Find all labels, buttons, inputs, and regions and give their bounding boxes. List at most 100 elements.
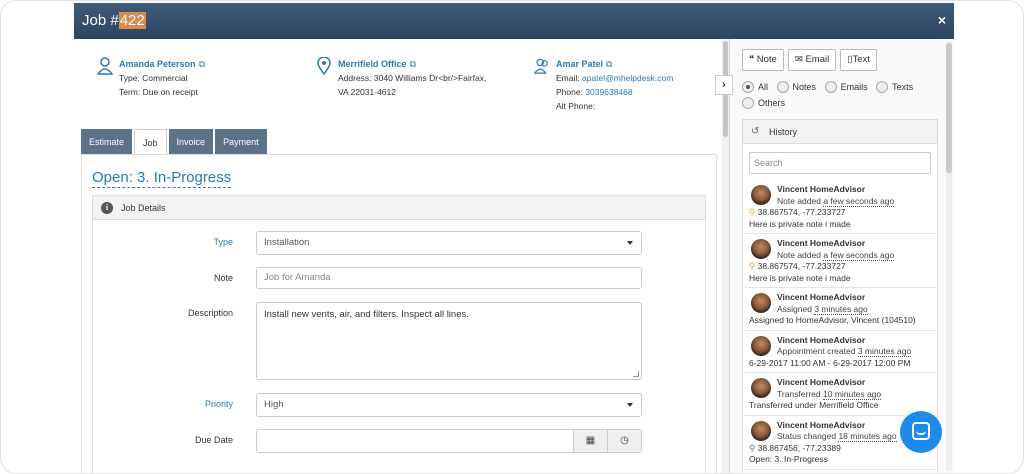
tab-estimate[interactable]: Estimate xyxy=(81,129,133,155)
priority-select[interactable]: High xyxy=(256,393,642,417)
main-scrollbar[interactable] xyxy=(722,39,729,473)
send-email-button[interactable]: ✉ Email xyxy=(787,49,837,71)
external-link-icon[interactable]: ⧉ xyxy=(410,57,416,71)
type-label: Type xyxy=(213,237,233,247)
avatar xyxy=(751,185,771,205)
send-text-label: Text xyxy=(852,54,870,65)
description-textarea[interactable]: Install new vents, air, and filters. Ins… xyxy=(256,302,642,380)
avatar xyxy=(751,378,771,398)
avatar xyxy=(751,335,771,356)
job-panel: Open: 3. In-Progress i Job Details Type … xyxy=(81,154,717,473)
filter-texts[interactable]: Texts xyxy=(876,79,913,95)
location-name-link[interactable]: Merrifield Office xyxy=(338,59,407,69)
job-status-link[interactable]: Open: 3. In-Progress xyxy=(92,169,232,188)
history-action: Note added xyxy=(777,249,821,260)
add-note-label: Note xyxy=(756,54,777,65)
map-pin-icon: ⚲ xyxy=(749,442,756,453)
customer-term: Term: Due on receipt xyxy=(119,87,198,97)
history-note: 6-29-2017 11:00 AM - 6-29-2017 12:00 PM xyxy=(749,357,911,368)
history-note: Open: 3. In-Progress xyxy=(749,454,828,464)
history-author: Vincent HomeAdvisor xyxy=(777,292,866,302)
filter-others[interactable]: Others xyxy=(742,95,785,111)
chat-launcher-button[interactable] xyxy=(900,411,942,453)
history-title: History xyxy=(769,127,798,137)
avatar xyxy=(751,420,771,441)
email-label: Email: xyxy=(556,73,580,83)
title-prefix: Job # xyxy=(82,12,119,29)
job-number: 422 xyxy=(118,12,146,29)
location-contact: Merrifield Office ⧉ Address: 3040 William… xyxy=(317,57,487,99)
history-time: 3 minutes ago xyxy=(857,346,912,357)
caret-down-icon xyxy=(627,403,633,407)
activity-scrollbar-thumb[interactable] xyxy=(946,43,952,173)
job-details-header: i Job Details xyxy=(93,196,705,220)
due-date-input[interactable]: ▦ ◷ xyxy=(256,429,642,453)
filter-emails[interactable]: Emails xyxy=(824,79,868,95)
map-pin-icon: ⚲ xyxy=(749,261,756,271)
tab-invoice[interactable]: Invoice xyxy=(168,129,214,155)
description-label: Description xyxy=(187,308,233,318)
history-location-link[interactable]: 38.867456, -77.23389 xyxy=(758,443,841,453)
send-email-label: Email xyxy=(805,54,830,65)
map-pin-icon: ⚲ xyxy=(749,207,756,217)
location-address: Address: 3040 Williams Dr<br/>Fairfax, xyxy=(338,73,487,83)
quote-icon: ❝ xyxy=(749,54,755,65)
collapse-panel-button[interactable]: › xyxy=(715,75,733,95)
history-search-input[interactable]: Search xyxy=(749,152,931,174)
phone-label: Phone: xyxy=(556,87,583,97)
clock-icon[interactable]: ◷ xyxy=(607,430,641,452)
history-author: Vincent HomeAdvisor xyxy=(777,377,866,387)
job-modal: Job #422 × Amanda Peterson ⧉ Type: Commer… xyxy=(74,3,954,473)
job-details-section: i Job Details Type Installation Note Job… xyxy=(92,195,706,473)
resize-grip-icon[interactable] xyxy=(633,371,639,377)
history-location-link[interactable]: 38.867574, -77.233727 xyxy=(758,207,846,217)
radio-selected-icon xyxy=(742,81,754,93)
avatar xyxy=(751,239,771,259)
type-select[interactable]: Installation xyxy=(256,231,642,255)
history-note: Here is private note i made xyxy=(749,218,851,229)
filter-all[interactable]: All xyxy=(742,79,768,95)
map-pin-icon xyxy=(317,57,331,75)
tab-job[interactable]: Job xyxy=(134,129,167,155)
app-frame: Job #422 × Amanda Peterson ⧉ Type: Commer… xyxy=(0,0,1024,474)
due-date-label: Due Date xyxy=(194,435,233,445)
customer-name-link[interactable]: Amanda Peterson xyxy=(119,59,196,69)
history-time: 10 minutes ago xyxy=(823,388,882,400)
external-link-icon[interactable]: ⧉ xyxy=(199,57,205,71)
filter-notes[interactable]: Notes xyxy=(776,79,816,95)
history-action: Transferred xyxy=(777,388,821,399)
history-time: a few seconds ago xyxy=(823,249,895,261)
job-main-pane: Amanda Peterson ⧉ Type: Commercial Term: … xyxy=(74,39,729,473)
job-details-title: Job Details xyxy=(121,203,166,213)
send-text-button[interactable]: ▯Text xyxy=(840,49,877,71)
alt-phone-label: Alt Phone: xyxy=(556,101,596,111)
history-item: Vincent HomeAdvisor Note added a few sec… xyxy=(743,180,937,234)
history-note: Here is private note i made xyxy=(749,272,851,283)
tab-payment[interactable]: Payment xyxy=(215,129,267,155)
radio-icon xyxy=(876,81,889,93)
calendar-icon[interactable]: ▦ xyxy=(573,430,607,452)
add-note-button[interactable]: ❝ Note xyxy=(742,49,784,71)
external-link-icon[interactable]: ⧉ xyxy=(606,57,612,71)
type-value: Installation xyxy=(264,237,310,248)
radio-icon xyxy=(742,97,754,109)
contact-name-link[interactable]: Amar Patel xyxy=(556,59,603,69)
activity-scrollbar[interactable] xyxy=(946,41,952,471)
avatar xyxy=(751,293,771,313)
history-time: 3 minutes ago xyxy=(814,303,868,315)
history-search-placeholder: Search xyxy=(754,158,783,168)
history-filter: All Notes Emails Texts Others xyxy=(742,79,942,111)
history-action: Note added xyxy=(777,195,821,206)
email-link[interactable]: apatel@mhelpdesk.com xyxy=(582,73,673,83)
contact-person: Amar Patel ⧉ Email: apatel@mhelpdesk.com … xyxy=(534,57,673,113)
activity-buttons: ❝ Note ✉ Email ▯Text xyxy=(742,49,881,71)
filter-emails-label: Emails xyxy=(840,82,868,92)
history-location-link[interactable]: 38.867574, -77.233727 xyxy=(758,261,846,271)
note-input[interactable]: Job for Amanda xyxy=(256,267,642,289)
close-button[interactable]: × xyxy=(938,12,946,28)
history-item: Vincent HomeAdvisor Transferred 10 minut… xyxy=(743,373,937,416)
phone-link[interactable]: 3039638468 xyxy=(585,87,632,97)
history-item: Vincent HomeAdvisor Assigned 3 minutes a… xyxy=(743,288,937,331)
job-tabs: Estimate Job Invoice Payment xyxy=(81,129,269,155)
note-label: Note xyxy=(213,273,233,283)
